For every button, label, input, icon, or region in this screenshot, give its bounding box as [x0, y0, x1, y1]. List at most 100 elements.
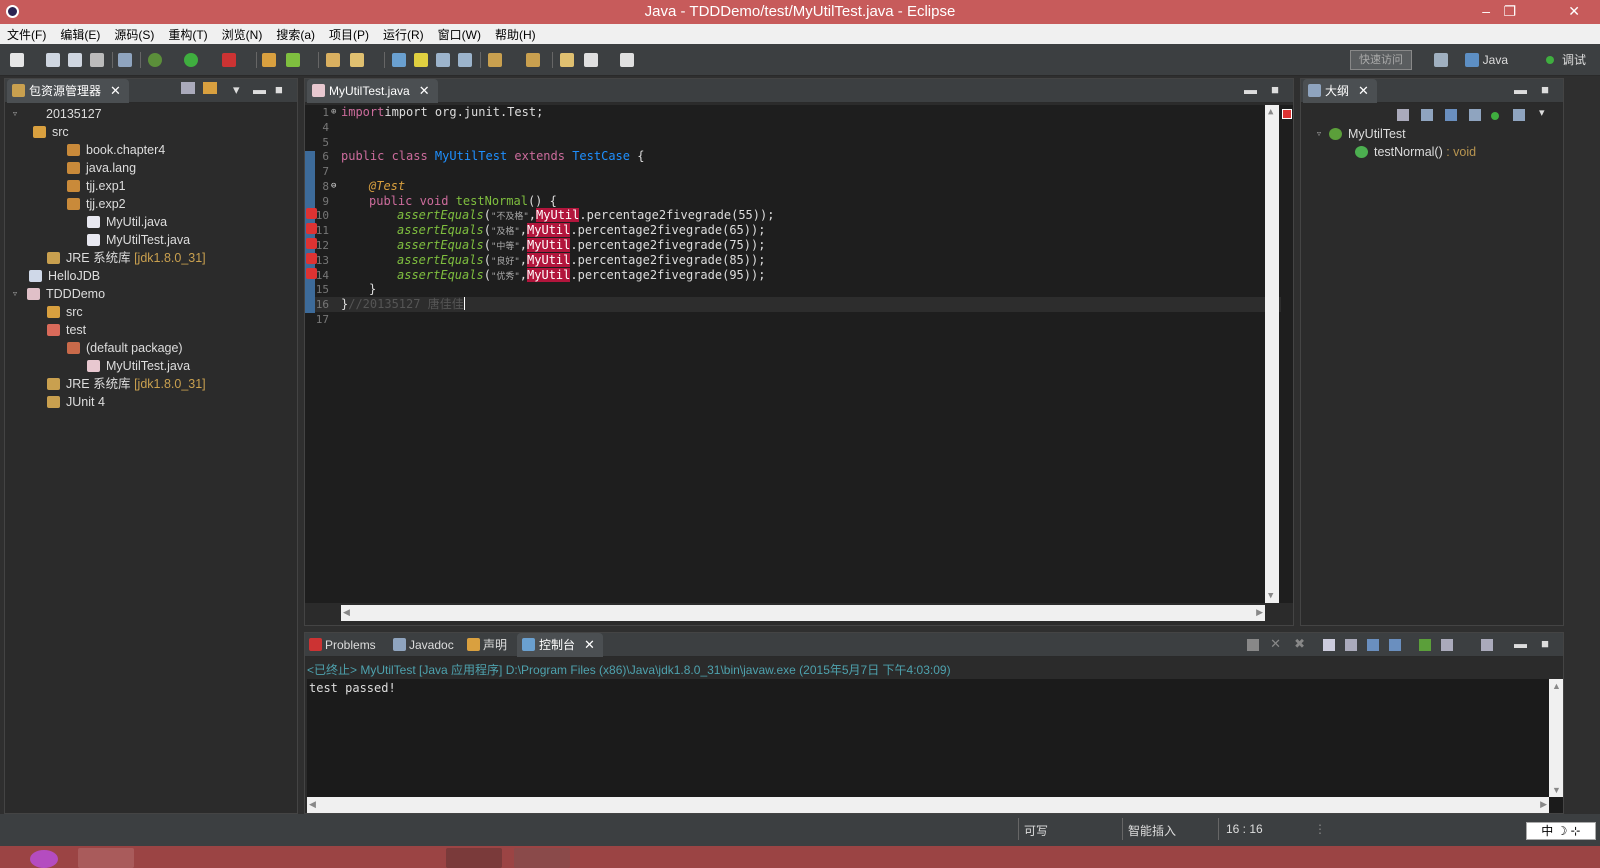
close-icon[interactable]: ✕: [1358, 83, 1369, 98]
minimize-view-icon[interactable]: ▬: [253, 82, 266, 97]
close-icon[interactable]: ✕: [419, 83, 430, 98]
menu-help[interactable]: 帮助(H): [488, 24, 543, 43]
open-type-icon[interactable]: [326, 53, 340, 67]
menu-file[interactable]: 文件(F): [0, 24, 53, 43]
tree-src-folder[interactable]: src: [47, 303, 83, 321]
new-package-icon[interactable]: [286, 53, 300, 67]
display-console-icon[interactable]: [1441, 639, 1453, 651]
menu-search[interactable]: 搜索(a): [269, 24, 322, 43]
code-area[interactable]: 1 ⊕ importimport org.junit.Test; 4 5 6 publ…: [305, 105, 1293, 603]
tab-problems[interactable]: Problems: [307, 633, 376, 657]
tree-project-20135127[interactable]: ▿ 20135127: [13, 105, 102, 123]
tree-project-tdddemo[interactable]: ▿ TDDDemo: [13, 285, 105, 303]
search-icon[interactable]: [350, 53, 364, 67]
close-icon[interactable]: ✕: [584, 637, 595, 652]
tree-java-file[interactable]: MyUtilTest.java: [87, 357, 190, 375]
tree-package[interactable]: java.lang: [67, 159, 136, 177]
editor-horizontal-scrollbar[interactable]: ◀ ▶: [341, 605, 1265, 621]
run-icon[interactable]: [184, 53, 198, 67]
tab-outline[interactable]: 大纲 ✕: [1303, 79, 1377, 103]
previous-annotation-icon[interactable]: [526, 53, 540, 67]
expand-icon[interactable]: ▿: [1317, 125, 1321, 143]
debug-icon[interactable]: [148, 53, 162, 67]
minimize-view-icon[interactable]: ▬: [1514, 636, 1527, 651]
tab-package-explorer[interactable]: 包资源管理器 ✕: [7, 79, 129, 103]
link-with-editor-icon[interactable]: [203, 82, 217, 94]
tree-jre-library[interactable]: JRE 系统库 [jdk1.8.0_31]: [47, 249, 206, 267]
open-perspective-icon[interactable]: [1434, 53, 1448, 67]
last-edit-icon[interactable]: [560, 53, 574, 67]
menu-window[interactable]: 窗口(W): [431, 24, 488, 43]
show-on-output-icon[interactable]: [1389, 639, 1401, 651]
menu-edit[interactable]: 编辑(E): [53, 24, 107, 43]
collapse-all-icon[interactable]: [1397, 109, 1409, 121]
minimize-view-icon[interactable]: ▬: [1514, 82, 1527, 97]
tree-package[interactable]: book.chapter4: [67, 141, 165, 159]
tree-package[interactable]: tjj.exp1: [67, 177, 126, 195]
hide-local-types-icon[interactable]: [1513, 109, 1525, 121]
perspective-debug[interactable]: 调试: [1542, 50, 1586, 70]
menu-navigate[interactable]: 浏览(N): [215, 24, 270, 43]
tab-myutiltest-java[interactable]: MyUtilTest.java ✕: [307, 79, 438, 103]
close-icon[interactable]: ✕: [110, 83, 121, 98]
skip-breakpoints-icon[interactable]: [118, 53, 132, 67]
sort-icon[interactable]: [1421, 109, 1433, 121]
ime-indicator[interactable]: 中 ☽ ⊹: [1526, 822, 1596, 840]
highlight-icon[interactable]: [414, 53, 428, 67]
tree-default-package[interactable]: (default package): [67, 339, 183, 357]
tree-junit-library[interactable]: JUnit 4: [47, 393, 105, 411]
console-horizontal-scrollbar[interactable]: ◀ ▶: [307, 797, 1549, 813]
tree-java-file[interactable]: MyUtilTest.java: [87, 231, 190, 249]
fold-collapse-icon[interactable]: ⊖: [331, 179, 336, 194]
hide-static-icon[interactable]: [1469, 109, 1481, 121]
start-button-icon[interactable]: [30, 850, 58, 868]
eclipse-app-icon[interactable]: [6, 5, 19, 18]
tab-console[interactable]: 控制台 ✕: [517, 633, 603, 657]
menu-run[interactable]: 运行(R): [376, 24, 431, 43]
print-icon[interactable]: [90, 53, 104, 67]
show-whitespace-icon[interactable]: [458, 53, 472, 67]
remove-all-launches-icon[interactable]: ✖: [1294, 636, 1305, 652]
view-menu-icon[interactable]: ▾: [1539, 106, 1545, 119]
next-annotation-icon[interactable]: [488, 53, 502, 67]
taskbar-app-icon[interactable]: [514, 848, 570, 868]
hide-nonpublic-icon[interactable]: [1491, 112, 1499, 120]
maximize-view-icon[interactable]: ■: [275, 82, 283, 97]
minimize-view-icon[interactable]: ▬: [1244, 82, 1257, 97]
new-java-project-icon[interactable]: [262, 53, 276, 67]
perspective-java[interactable]: Java: [1463, 50, 1508, 70]
clear-console-icon[interactable]: [1323, 639, 1335, 651]
tab-declaration[interactable]: 声明: [465, 633, 507, 657]
word-wrap-icon[interactable]: [1367, 639, 1379, 651]
save-icon[interactable]: [46, 53, 60, 67]
menu-refactor[interactable]: 重构(T): [161, 24, 214, 43]
console-output[interactable]: test passed! ▲ ▼ ◀ ▶: [307, 679, 1563, 813]
tree-package[interactable]: tjj.exp2: [67, 195, 126, 213]
taskbar-app-icon[interactable]: [78, 848, 134, 868]
maximize-view-icon[interactable]: ■: [1271, 82, 1279, 97]
new-icon[interactable]: [10, 53, 24, 67]
hide-fields-icon[interactable]: [1445, 109, 1457, 121]
toggle-mark-occurrences-icon[interactable]: [392, 53, 406, 67]
error-overview-icon[interactable]: [1282, 109, 1292, 119]
save-all-icon[interactable]: [68, 53, 82, 67]
run-external-icon[interactable]: [222, 53, 236, 67]
quick-access-field[interactable]: 快速访问: [1350, 50, 1412, 70]
open-console-icon[interactable]: [1481, 639, 1493, 651]
expand-icon[interactable]: ▿: [13, 285, 17, 303]
tab-javadoc[interactable]: Javadoc: [391, 633, 454, 657]
tree-src-folder[interactable]: src: [33, 123, 69, 141]
maximize-view-icon[interactable]: ■: [1541, 636, 1549, 651]
close-button[interactable]: ✕: [1568, 0, 1580, 22]
tree-project-hellojdb[interactable]: HelloJDB: [29, 267, 100, 285]
collapse-all-icon[interactable]: [181, 82, 195, 94]
pin-console-icon[interactable]: [1419, 639, 1431, 651]
menu-source[interactable]: 源码(S): [107, 24, 161, 43]
tree-test-folder[interactable]: test: [47, 321, 86, 339]
forward-icon[interactable]: [620, 53, 634, 67]
view-menu-icon[interactable]: ▾: [233, 82, 240, 98]
editor-vertical-scrollbar[interactable]: ▲ ▼: [1265, 105, 1279, 603]
status-drag-handle[interactable]: ⋮: [1314, 822, 1326, 836]
back-icon[interactable]: [584, 53, 598, 67]
taskbar-app-icon[interactable]: [446, 848, 502, 868]
